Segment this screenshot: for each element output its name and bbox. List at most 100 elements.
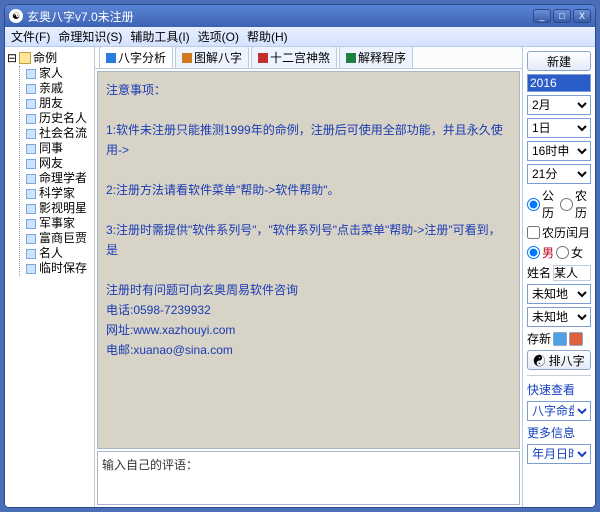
hour-select[interactable]: 16时申 [527, 141, 591, 161]
quickview-select[interactable]: 八字命盘 [527, 401, 591, 421]
female-label: 女 [571, 244, 583, 261]
day-select[interactable]: 1日 [527, 118, 591, 138]
menu-knowledge[interactable]: 命理知识(S) [58, 28, 122, 45]
save2-icon[interactable] [569, 332, 583, 346]
tree-item[interactable]: 军事家 [26, 216, 92, 231]
quickview-label: 快速查看 [527, 381, 591, 398]
tree-item[interactable]: 同事 [26, 141, 92, 156]
menubar: 文件(F) 命理知识(S) 辅助工具(I) 选项(O) 帮助(H) [5, 27, 595, 47]
doc-icon [26, 84, 36, 94]
menu-file[interactable]: 文件(F) [11, 28, 50, 45]
menu-options[interactable]: 选项(O) [198, 28, 239, 45]
tree-item[interactable]: 社会名流 [26, 126, 92, 141]
doc-icon [26, 114, 36, 124]
moreinfo-select[interactable]: 年月日时断定 [527, 444, 591, 464]
contact-line: 电话:0598-7239932 [106, 300, 511, 320]
tree-item[interactable]: 朋友 [26, 96, 92, 111]
doc-icon [26, 144, 36, 154]
tree-item-label: 科学家 [39, 186, 75, 201]
minimize-button[interactable]: _ [533, 9, 551, 23]
tree-item[interactable]: 科学家 [26, 186, 92, 201]
doc-icon [26, 99, 36, 109]
tree-item-label: 历史名人 [39, 111, 87, 126]
tab-icon [258, 53, 268, 63]
doc-icon [26, 234, 36, 244]
tree-root-label: 命例 [33, 49, 57, 66]
tree-item[interactable]: 影视明星 [26, 201, 92, 216]
tree-item[interactable]: 家人 [26, 66, 92, 81]
tree-item-label: 家人 [39, 66, 63, 81]
folder-icon [19, 52, 31, 64]
tab-icon [346, 53, 356, 63]
tree-item[interactable]: 命理学者 [26, 171, 92, 186]
tab-bazi-analysis[interactable]: 八字分析 [99, 46, 173, 68]
chart-button[interactable]: ☯ 排八字 [527, 350, 591, 370]
doc-icon [26, 204, 36, 214]
menu-tools[interactable]: 辅助工具(I) [130, 28, 189, 45]
solar-label: 公历 [542, 187, 558, 221]
tab-label: 解释程序 [358, 49, 406, 66]
tree-item-label: 影视明星 [39, 201, 87, 216]
contact-line: 电邮:xuanao@sina.com [106, 340, 511, 360]
tree-item-label: 朋友 [39, 96, 63, 111]
tree-item[interactable]: 名人 [26, 246, 92, 261]
tree-item[interactable]: 临时保存 [26, 261, 92, 276]
leap-label: 农历闰月 [542, 224, 590, 241]
year-input[interactable] [527, 74, 591, 92]
tab-icon [106, 53, 116, 63]
right-panel: 新建 2月 1日 16时申 21分 公历 农历 农历闰月 男 女 姓名 未知地 … [523, 47, 595, 507]
tree-root[interactable]: ⊟ 命例 [7, 49, 92, 66]
save-icon[interactable] [553, 332, 567, 346]
female-radio[interactable] [556, 246, 569, 259]
doc-icon [26, 174, 36, 184]
menu-help[interactable]: 帮助(H) [247, 28, 288, 45]
moreinfo-label: 更多信息 [527, 424, 591, 441]
save-label: 存新 [527, 330, 551, 347]
doc-icon [26, 189, 36, 199]
contact-line: 注册时有问题可向玄奥周易软件咨询 [106, 280, 511, 300]
close-button[interactable]: X [573, 9, 591, 23]
tab-interpret[interactable]: 解释程序 [339, 46, 413, 68]
tab-palaces[interactable]: 十二宫神煞 [251, 46, 337, 68]
month-select[interactable]: 2月 [527, 95, 591, 115]
minute-select[interactable]: 21分 [527, 164, 591, 184]
titlebar: ☯ 玄奥八字v7.0未注册 _ □ X [5, 5, 595, 27]
notice-line: 2:注册方法请看软件菜单"帮助->软件帮助"。 [106, 180, 511, 200]
tree-item[interactable]: 网友 [26, 156, 92, 171]
male-radio[interactable] [527, 246, 540, 259]
contact-line: 网址:www.xazhouyi.com [106, 320, 511, 340]
doc-icon [26, 159, 36, 169]
tree-item-label: 命理学者 [39, 171, 87, 186]
new-button[interactable]: 新建 [527, 51, 591, 71]
leap-checkbox[interactable] [527, 226, 540, 239]
lunar-label: 农历 [575, 187, 591, 221]
name-input[interactable] [553, 265, 591, 281]
doc-icon [26, 249, 36, 259]
tree-item[interactable]: 亲戚 [26, 81, 92, 96]
place2-select[interactable]: 未知地 [527, 307, 591, 327]
tree-item[interactable]: 富商巨贾 [26, 231, 92, 246]
solar-radio[interactable] [527, 198, 540, 211]
tab-diagram[interactable]: 图解八字 [175, 46, 249, 68]
tree-item[interactable]: 历史名人 [26, 111, 92, 126]
tab-icon [182, 53, 192, 63]
notice-heading: 注意事项： [106, 80, 511, 100]
comment-placeholder: 输入自己的评语： [102, 458, 198, 472]
tree-item-label: 网友 [39, 156, 63, 171]
tree-item-label: 社会名流 [39, 126, 87, 141]
tab-label: 图解八字 [194, 49, 242, 66]
tree-item-label: 富商巨贾 [39, 231, 87, 246]
doc-icon [26, 219, 36, 229]
tree-item-label: 名人 [39, 246, 63, 261]
collapse-icon[interactable]: ⊟ [7, 51, 17, 65]
content-area: 注意事项： 1:软件未注册只能推测1999年的命例，注册后可使用全部功能，并且永… [97, 71, 520, 449]
doc-icon [26, 129, 36, 139]
comment-input[interactable]: 输入自己的评语： [97, 451, 520, 505]
doc-icon [26, 264, 36, 274]
maximize-button[interactable]: □ [553, 9, 571, 23]
lunar-radio[interactable] [560, 198, 573, 211]
tree-item-label: 同事 [39, 141, 63, 156]
tabbar: 八字分析 图解八字 十二宫神煞 解释程序 [95, 47, 522, 69]
app-logo-icon: ☯ [9, 9, 23, 23]
place1-select[interactable]: 未知地 [527, 284, 591, 304]
